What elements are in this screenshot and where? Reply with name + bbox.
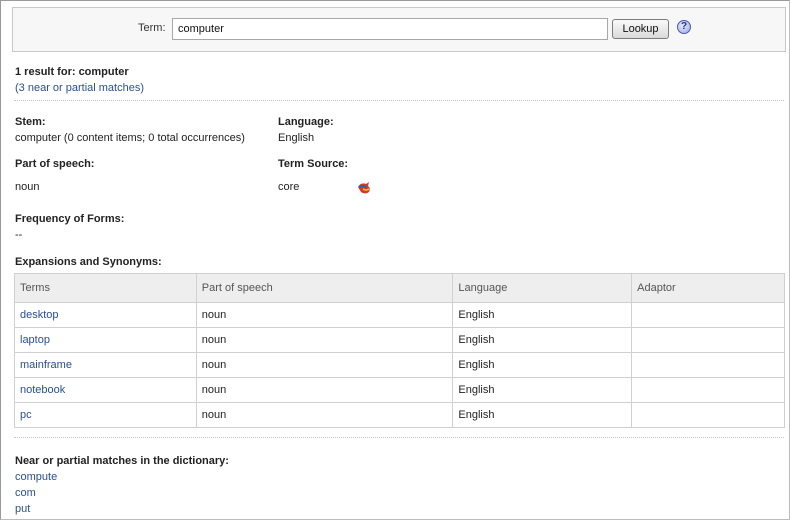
language-cell: English [452,402,633,428]
expansions-table: Terms Part of speech Language Adaptor de… [14,273,785,428]
term-link[interactable]: notebook [14,377,197,403]
column-header-part-of-speech: Part of speech [195,273,454,303]
lookup-button[interactable]: Lookup [612,19,669,39]
stem-value: computer (0 content items; 0 total occur… [15,132,245,144]
table-row: mainframe noun English [14,352,785,378]
term-link[interactable]: mainframe [14,352,197,378]
frequency-label: Frequency of Forms: [15,213,125,225]
adaptor-cell [631,377,785,403]
adaptor-cell [631,402,785,428]
term-label: Term: [138,22,166,34]
pos-label: Part of speech: [15,158,95,170]
table-row: laptop noun English [14,327,785,353]
pos-cell: noun [195,352,454,378]
adaptor-cell [631,302,785,328]
stem-label: Stem: [15,116,46,128]
language-cell: English [452,302,633,328]
near-match-link[interactable]: compute [15,471,57,483]
near-matches-heading: Near or partial matches in the dictionar… [15,455,229,467]
pos-cell: noun [195,327,454,353]
source-label: Term Source: [278,158,349,170]
language-cell: English [452,327,633,353]
table-row: notebook noun English [14,377,785,403]
language-label: Language: [278,116,334,128]
language-cell: English [452,352,633,378]
pos-cell: noun [195,402,454,428]
frequency-value: -- [15,229,23,241]
pos-cell: noun [195,377,454,403]
help-icon[interactable]: ? [677,20,691,34]
term-link[interactable]: desktop [14,302,197,328]
table-row: pc noun English [14,402,785,428]
near-match-link[interactable]: com [15,487,36,499]
language-value: English [278,132,315,144]
column-header-adaptor: Adaptor [631,273,785,303]
adaptor-cell [631,327,785,353]
divider [14,437,784,438]
column-header-terms: Terms [14,273,197,303]
table-header-row: Terms Part of speech Language Adaptor [14,273,785,303]
core-source-icon [358,182,370,194]
term-input[interactable] [172,18,608,40]
source-value: core [278,181,300,193]
term-link[interactable]: pc [14,402,197,428]
near-match-link[interactable]: put [15,503,30,515]
near-matches-link[interactable]: (3 near or partial matches) [15,82,144,94]
search-bar: Term: Lookup ? [12,7,786,52]
divider [14,100,784,101]
column-header-language: Language [452,273,633,303]
pos-value: noun [15,181,40,193]
pos-cell: noun [195,302,454,328]
term-link[interactable]: laptop [14,327,197,353]
table-row: desktop noun English [14,302,785,328]
language-cell: English [452,377,633,403]
result-summary: 1 result for: computer [15,66,129,78]
expansions-heading: Expansions and Synonyms: [15,256,162,268]
window-frame: Term: Lookup ? 1 result for: computer (3… [0,0,790,520]
adaptor-cell [631,352,785,378]
